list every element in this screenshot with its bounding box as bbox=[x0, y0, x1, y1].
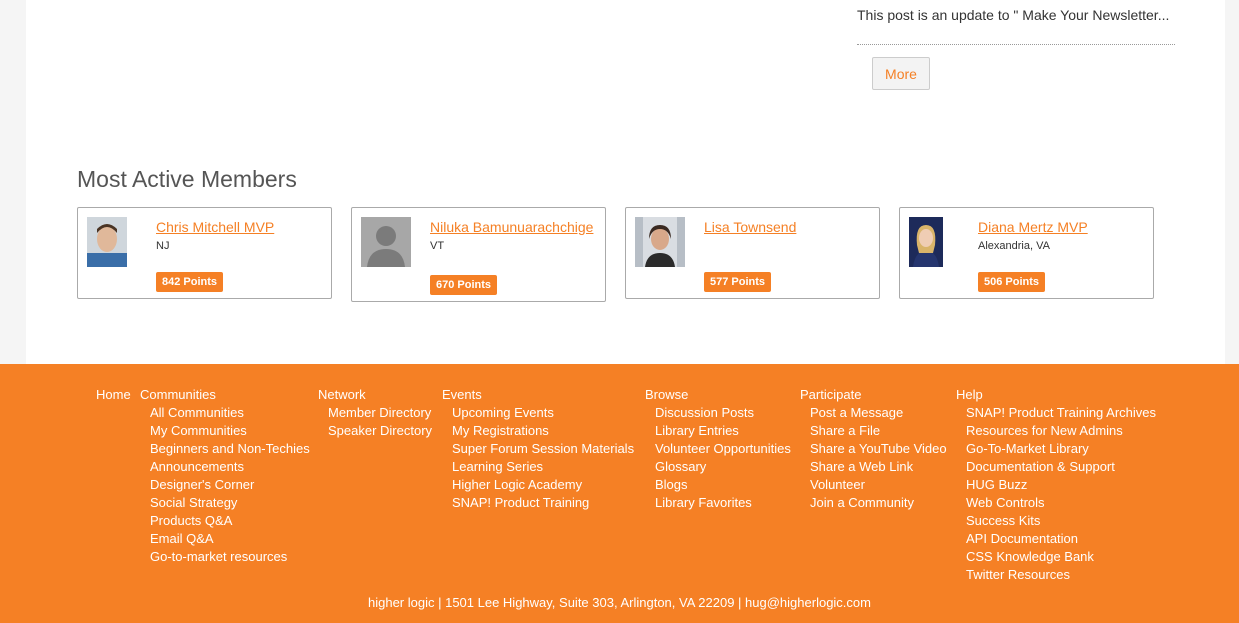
footer-link[interactable]: Email Q&A bbox=[140, 530, 310, 548]
most-active-members-title: Most Active Members bbox=[77, 166, 297, 192]
footer-link[interactable]: Share a File bbox=[800, 422, 947, 440]
footer-network-column: Network Member Directory Speaker Directo… bbox=[318, 386, 432, 440]
site-footer: Home Communities All Communities My Comm… bbox=[0, 364, 1239, 623]
footer-events-column: Events Upcoming Events My Registrations … bbox=[442, 386, 634, 512]
avatar[interactable] bbox=[909, 217, 943, 267]
footer-link[interactable]: Super Forum Session Materials bbox=[442, 440, 634, 458]
footer-home-column: Home bbox=[96, 386, 131, 404]
footer-communities-column: Communities All Communities My Communiti… bbox=[140, 386, 310, 566]
footer-link[interactable]: Twitter Resources bbox=[956, 566, 1156, 584]
footer-link[interactable]: Volunteer Opportunities bbox=[645, 440, 791, 458]
footer-link[interactable]: Go-to-market resources bbox=[140, 548, 310, 566]
footer-link[interactable]: Glossary bbox=[645, 458, 791, 476]
footer-link[interactable]: Share a YouTube Video bbox=[800, 440, 947, 458]
footer-link[interactable]: Success Kits bbox=[956, 512, 1156, 530]
footer-participate-column: Participate Post a Message Share a File … bbox=[800, 386, 947, 512]
member-card: Lisa Townsend 577 Points bbox=[625, 207, 880, 299]
footer-events-heading[interactable]: Events bbox=[442, 386, 634, 404]
more-button[interactable]: More bbox=[872, 57, 930, 90]
footer-address: higher logic | 1501 Lee Highway, Suite 3… bbox=[0, 595, 1239, 610]
footer-link[interactable]: Member Directory bbox=[318, 404, 432, 422]
footer-link[interactable]: Blogs bbox=[645, 476, 791, 494]
footer-link[interactable]: Designer's Corner bbox=[140, 476, 310, 494]
member-info: Chris Mitchell MVP NJ bbox=[156, 217, 323, 253]
points-badge[interactable]: 842 Points bbox=[156, 272, 224, 292]
footer-link[interactable]: Products Q&A bbox=[140, 512, 310, 530]
footer-link[interactable]: Share a Web Link bbox=[800, 458, 947, 476]
footer-help-heading[interactable]: Help bbox=[956, 386, 1156, 404]
footer-link[interactable]: Learning Series bbox=[442, 458, 634, 476]
member-card: Diana Mertz MVP Alexandria, VA 506 Point… bbox=[899, 207, 1154, 299]
avatar-placeholder[interactable] bbox=[361, 217, 411, 267]
divider bbox=[857, 44, 1175, 45]
footer-link[interactable]: All Communities bbox=[140, 404, 310, 422]
footer-link[interactable]: Social Strategy bbox=[140, 494, 310, 512]
footer-link[interactable]: Post a Message bbox=[800, 404, 947, 422]
member-location: NJ bbox=[156, 240, 170, 252]
member-name-link[interactable]: Diana Mertz MVP bbox=[978, 217, 1145, 237]
footer-browse-heading[interactable]: Browse bbox=[645, 386, 791, 404]
footer-link[interactable]: Library Entries bbox=[645, 422, 791, 440]
footer-email-link[interactable]: hug@higherlogic.com bbox=[745, 595, 871, 610]
footer-link[interactable]: Discussion Posts bbox=[645, 404, 791, 422]
member-info: Niluka Bamunuarachchige VT bbox=[430, 217, 597, 253]
footer-link[interactable]: Beginners and Non-Techies bbox=[140, 440, 310, 458]
footer-link[interactable]: Web Controls bbox=[956, 494, 1156, 512]
footer-link[interactable]: Volunteer bbox=[800, 476, 947, 494]
footer-link[interactable]: API Documentation bbox=[956, 530, 1156, 548]
footer-link[interactable]: My Registrations bbox=[442, 422, 634, 440]
member-name-link[interactable]: Niluka Bamunuarachchige bbox=[430, 217, 597, 237]
member-name-link[interactable]: Chris Mitchell MVP bbox=[156, 217, 323, 237]
avatar[interactable] bbox=[87, 217, 127, 267]
member-location: VT bbox=[430, 240, 445, 252]
member-info: Lisa Townsend bbox=[704, 217, 871, 239]
member-info: Diana Mertz MVP Alexandria, VA bbox=[978, 217, 1145, 253]
footer-link[interactable]: Join a Community bbox=[800, 494, 947, 512]
points-badge[interactable]: 506 Points bbox=[978, 272, 1046, 292]
footer-help-column: Help SNAP! Product Training Archives Res… bbox=[956, 386, 1156, 584]
footer-link[interactable]: Announcements bbox=[140, 458, 310, 476]
member-name-link[interactable]: Lisa Townsend bbox=[704, 217, 871, 237]
footer-link[interactable]: SNAP! Product Training bbox=[442, 494, 634, 512]
footer-link[interactable]: Library Favorites bbox=[645, 494, 791, 512]
footer-link[interactable]: Resources for New Admins bbox=[956, 422, 1156, 440]
footer-participate-heading[interactable]: Participate bbox=[800, 386, 947, 404]
member-card: Chris Mitchell MVP NJ 842 Points bbox=[77, 207, 332, 299]
avatar[interactable] bbox=[635, 217, 685, 267]
footer-link[interactable]: SNAP! Product Training Archives bbox=[956, 404, 1156, 422]
footer-address-text: higher logic | 1501 Lee Highway, Suite 3… bbox=[368, 595, 742, 610]
footer-link[interactable]: Upcoming Events bbox=[442, 404, 634, 422]
points-badge[interactable]: 577 Points bbox=[704, 272, 772, 292]
member-location: Alexandria, VA bbox=[978, 240, 1050, 252]
footer-link[interactable]: Higher Logic Academy bbox=[442, 476, 634, 494]
footer-link[interactable]: CSS Knowledge Bank bbox=[956, 548, 1156, 566]
footer-communities-heading[interactable]: Communities bbox=[140, 386, 310, 404]
footer-link[interactable]: My Communities bbox=[140, 422, 310, 440]
member-card: Niluka Bamunuarachchige VT 670 Points bbox=[351, 207, 606, 302]
footer-home-link[interactable]: Home bbox=[96, 386, 131, 404]
footer-link[interactable]: Go-To-Market Library bbox=[956, 440, 1156, 458]
post-excerpt: This post is an update to " Make Your Ne… bbox=[857, 7, 1170, 23]
footer-link[interactable]: Speaker Directory bbox=[318, 422, 432, 440]
footer-link[interactable]: HUG Buzz bbox=[956, 476, 1156, 494]
points-badge[interactable]: 670 Points bbox=[430, 275, 498, 295]
footer-link[interactable]: Documentation & Support bbox=[956, 458, 1156, 476]
footer-network-heading[interactable]: Network bbox=[318, 386, 432, 404]
footer-browse-column: Browse Discussion Posts Library Entries … bbox=[645, 386, 791, 512]
